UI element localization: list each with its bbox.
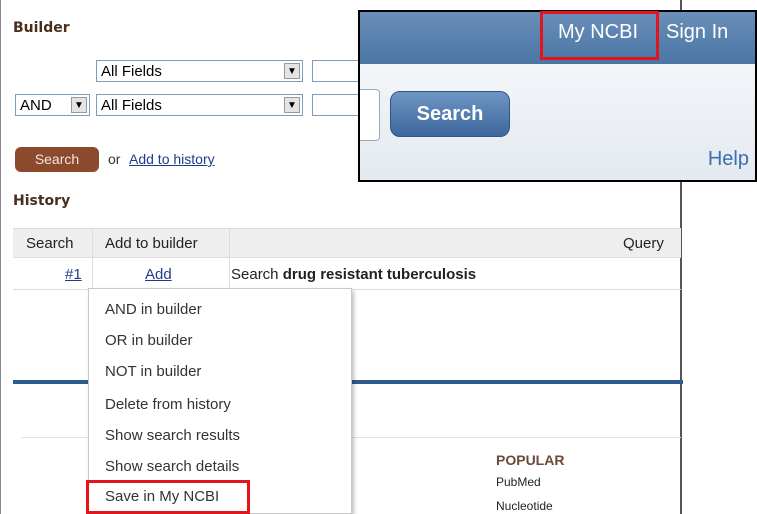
header-add-to-builder: Add to builder: [105, 235, 198, 252]
help-link[interactable]: Help: [708, 148, 749, 171]
sign-in-link[interactable]: Sign In: [666, 21, 728, 44]
menu-item-or-in-builder[interactable]: OR in builder: [105, 332, 193, 349]
field-select-2[interactable]: All Fields ▼: [96, 94, 303, 116]
menu-item-not-in-builder[interactable]: NOT in builder: [105, 363, 201, 380]
query-text: Search drug resistant tuberculosis: [231, 266, 476, 283]
builder-search-button[interactable]: Search: [15, 147, 99, 172]
menu-item-and-in-builder[interactable]: AND in builder: [105, 301, 202, 318]
chevron-down-icon[interactable]: ▼: [71, 97, 87, 113]
add-to-history-link[interactable]: Add to history: [129, 151, 215, 167]
field-select-1-value: All Fields: [101, 63, 162, 80]
or-text: or: [108, 151, 121, 167]
highlight-save-in-my-ncbi: [86, 480, 250, 514]
builder-title: Builder: [13, 20, 70, 36]
query-prefix: Search: [231, 266, 279, 283]
popular-link-pubmed[interactable]: PubMed: [496, 475, 541, 489]
history-title: History: [13, 193, 71, 209]
popular-link-nucleotide[interactable]: Nucleotide: [496, 499, 553, 513]
chevron-down-icon[interactable]: ▼: [284, 63, 300, 79]
add-to-builder-link[interactable]: Add: [145, 266, 172, 283]
header-query: Query: [623, 235, 664, 252]
field-select-1[interactable]: All Fields ▼: [96, 60, 303, 82]
menu-item-delete-from-history[interactable]: Delete from history: [105, 396, 231, 413]
highlight-my-ncbi: [540, 11, 659, 60]
search-input[interactable]: [360, 89, 380, 141]
search-button[interactable]: Search: [390, 91, 510, 137]
popular-heading: POPULAR: [496, 452, 565, 468]
operator-select[interactable]: AND ▼: [15, 94, 90, 116]
operator-select-value: AND: [20, 97, 52, 114]
menu-item-show-search-results[interactable]: Show search results: [105, 427, 240, 444]
chevron-down-icon[interactable]: ▼: [284, 97, 300, 113]
menu-item-show-search-details[interactable]: Show search details: [105, 458, 239, 475]
query-term: drug resistant tuberculosis: [282, 266, 477, 283]
history-id-link[interactable]: #1: [65, 266, 82, 283]
field-select-2-value: All Fields: [101, 97, 162, 114]
header-search: Search: [26, 235, 74, 252]
